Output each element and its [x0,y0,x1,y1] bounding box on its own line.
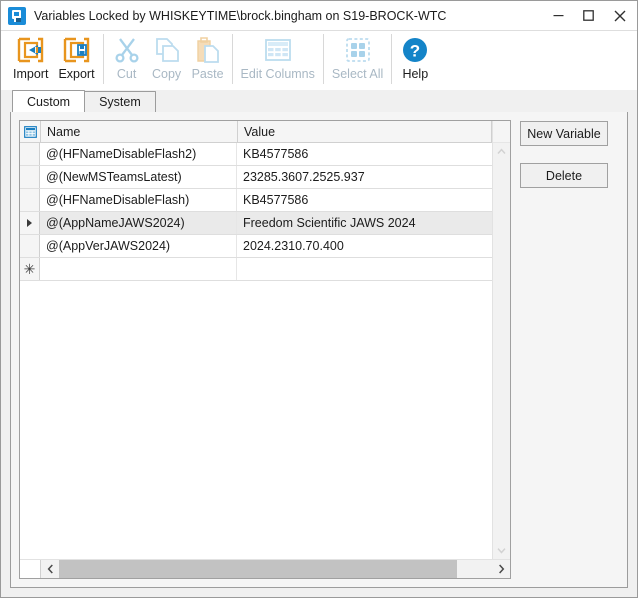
grid-select-all-icon[interactable] [20,121,41,142]
toolbar-label-edit-columns: Edit Columns [240,67,315,81]
cell-name[interactable]: @(AppVerJAWS2024) [40,235,237,257]
table-row[interactable]: @(AppVerJAWS2024) 2024.2310.70.400 [20,235,492,258]
toolbar-label-paste: Paste [191,67,224,81]
toolbar-separator [231,34,233,84]
toolbar-button-help[interactable]: ? Help [395,31,435,89]
toolbar-label-help: Help [402,67,429,81]
toolbar-separator [322,34,324,84]
toolbar-button-import[interactable]: Import [8,31,53,89]
table-row-new[interactable]: ✳ [20,258,492,281]
current-row-caret-icon [27,219,32,227]
grid-vertical-scrollbar[interactable] [492,121,510,559]
hscroll-thumb[interactable] [59,560,458,578]
tab-custom[interactable]: Custom [12,90,86,112]
toolbar-button-cut: Cut [107,31,147,89]
row-selector[interactable] [20,166,40,188]
cell-name-new[interactable] [40,258,237,280]
scroll-down-icon[interactable] [493,542,510,559]
toolbar-separator [391,34,393,84]
minimize-icon[interactable] [543,1,573,30]
select-all-icon [344,35,372,65]
row-selector-current[interactable] [20,212,40,234]
toolbar-button-export[interactable]: Export [53,31,99,89]
table-row[interactable]: @(NewMSTeamsLatest) 23285.3607.2525.937 [20,166,492,189]
svg-text:?: ? [410,42,420,61]
column-header-name[interactable]: Name [41,121,238,142]
cell-name[interactable]: @(HFNameDisableFlash) [40,189,237,211]
delete-button[interactable]: Delete [520,163,608,188]
hscroll-corner [20,560,41,578]
cell-name[interactable]: @(HFNameDisableFlash2) [40,143,237,165]
grid-horizontal-scrollbar[interactable] [20,559,510,578]
table-row-selected[interactable]: @(AppNameJAWS2024) Freedom Scientific JA… [20,212,492,235]
toolbar-label-select-all: Select All [331,67,384,81]
grid-header-row: Name Value [20,121,492,143]
toolbar-label-export: Export [58,67,95,81]
row-selector[interactable] [20,189,40,211]
table-row[interactable]: @(HFNameDisableFlash2) KB4577586 [20,143,492,166]
toolbar-label-copy: Copy [151,67,182,81]
toolbar: Import Export Cut Copy Paste Edit Column… [1,30,637,90]
grid-rows: @(HFNameDisableFlash2) KB4577586 @(NewMS… [20,143,492,559]
app-logo-icon [8,6,26,25]
side-button-panel: New Variable Delete [511,120,619,579]
new-variable-button[interactable]: New Variable [520,121,608,146]
close-icon[interactable] [603,1,637,30]
cell-name[interactable]: @(AppNameJAWS2024) [40,212,237,234]
grid-empty-area [20,281,492,559]
toolbar-button-paste: Paste [187,31,229,89]
column-header-value[interactable]: Value [238,121,492,142]
row-selector[interactable] [20,143,40,165]
window-title: Variables Locked by WHISKEYTIME\brock.bi… [34,8,447,23]
cell-value[interactable]: 23285.3607.2525.937 [237,166,492,188]
cell-value[interactable]: KB4577586 [237,189,492,211]
application-window: Variables Locked by WHISKEYTIME\brock.bi… [0,0,638,598]
toolbar-label-cut: Cut [116,67,137,81]
tab-system-label: System [99,95,141,109]
cell-value-new[interactable] [237,258,492,280]
hscroll-track[interactable] [59,560,492,578]
tab-system[interactable]: System [84,91,156,112]
help-icon: ? [401,35,429,65]
toolbar-button-copy: Copy [147,31,187,89]
toolbar-button-edit-columns: Edit Columns [236,31,320,89]
content-panel: Name Value @(HFNameDisableFlash2) KB4577… [10,111,628,588]
window-controls [543,1,637,30]
table-icon [263,35,293,65]
export-icon [62,35,91,65]
scroll-up-icon[interactable] [493,143,510,160]
variables-grid: Name Value @(HFNameDisableFlash2) KB4577… [19,120,511,579]
scroll-right-icon[interactable] [492,560,510,578]
toolbar-label-import: Import [13,67,49,81]
vscroll-header-gap [493,121,510,143]
vscroll-track[interactable] [493,160,510,542]
title-bar: Variables Locked by WHISKEYTIME\brock.bi… [1,1,637,30]
tab-custom-label: Custom [27,94,71,109]
toolbar-separator [102,34,104,84]
cell-value[interactable]: Freedom Scientific JAWS 2024 [237,212,492,234]
cell-value[interactable]: 2024.2310.70.400 [237,235,492,257]
new-row-asterisk-icon: ✳ [23,261,36,277]
copy-icon [153,35,181,65]
paste-icon [194,35,222,65]
toolbar-button-select-all: Select All [327,31,388,89]
tab-strip: Custom System [1,90,637,112]
scroll-left-icon[interactable] [41,560,59,578]
maximize-icon[interactable] [573,1,603,30]
cell-value[interactable]: KB4577586 [237,143,492,165]
import-icon [16,35,45,65]
new-row-selector[interactable]: ✳ [20,258,40,280]
cell-name[interactable]: @(NewMSTeamsLatest) [40,166,237,188]
row-selector[interactable] [20,235,40,257]
scissors-icon [114,35,140,65]
table-row[interactable]: @(HFNameDisableFlash) KB4577586 [20,189,492,212]
